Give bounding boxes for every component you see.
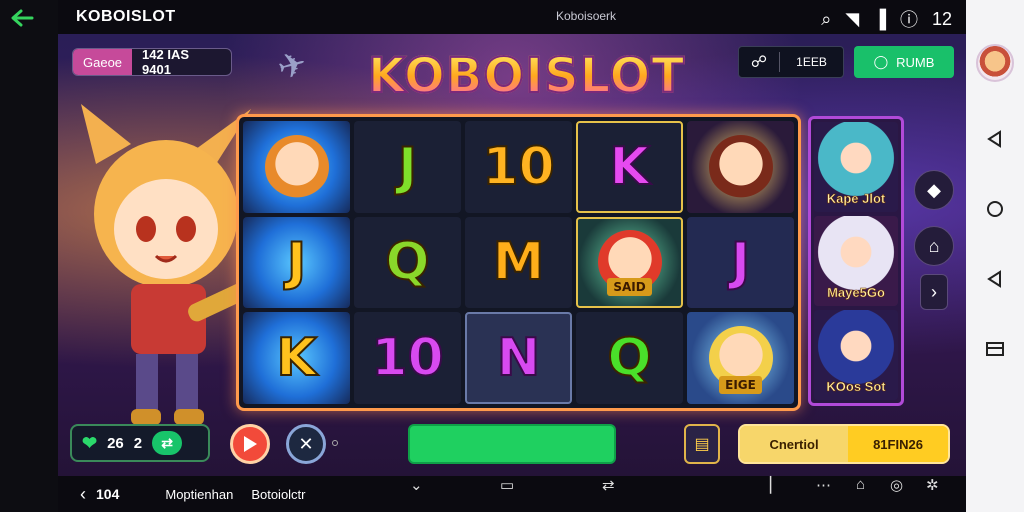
hero-character — [76, 104, 256, 434]
game-screen: KOBOISLOT Koboisoerk ⌕ ◥ ▐ ⓘ 12 Gaeoe 14… — [0, 0, 1024, 512]
divider-icon: ▏ — [770, 477, 782, 494]
clipboard-icon[interactable]: ▤ — [684, 424, 720, 464]
slot-reels[interactable]: J 10 K J Q M SAID J K 10 N Q EIGE — [236, 114, 801, 411]
balance-bet: 2 — [133, 434, 143, 452]
side-card-label: Kape Jlot — [826, 191, 886, 207]
side-card[interactable]: Kape Jlot — [814, 122, 898, 212]
balance-value: 26 — [107, 434, 124, 452]
win-value: 81FIN26 — [848, 426, 948, 462]
settings-icon[interactable]: ✲ — [926, 476, 939, 494]
reel-symbol: J — [354, 121, 461, 213]
clock: 12 — [931, 8, 952, 29]
heart-icon: ❤ — [82, 432, 98, 453]
character-portrait — [264, 134, 329, 199]
reel-symbol: 10 — [465, 121, 572, 213]
bottom-text-2[interactable]: Botoiolctr — [251, 487, 305, 502]
tools-button[interactable]: ✕ — [286, 424, 326, 464]
search-icon[interactable]: ⌕ — [821, 9, 831, 30]
reel-symbol: J — [687, 216, 794, 309]
chevron-down-icon[interactable]: ⌄ — [410, 476, 423, 494]
home-circle-icon[interactable] — [982, 196, 1008, 222]
signal-icon: ▐ — [873, 8, 886, 29]
chevron-left-icon[interactable]: ‹ — [80, 484, 86, 505]
shop-icon[interactable]: ⌂ — [914, 226, 954, 266]
reel-symbol: K — [243, 312, 350, 404]
chevron-right-icon[interactable]: › — [920, 274, 948, 310]
swap-icon[interactable]: ⇄ — [602, 476, 615, 494]
wifi-icon: ◥ — [845, 8, 860, 29]
game-tag[interactable]: Gaeoe 142 IAS 9401 — [72, 48, 232, 76]
game-tag-value: 142 IAS 9401 — [142, 48, 190, 76]
game-tag-label: Gaeoe — [73, 49, 133, 75]
reel-symbol: J — [243, 216, 350, 309]
reel-cell-character — [687, 121, 794, 213]
side-card[interactable]: Maye5Go — [814, 216, 898, 306]
recents-icon[interactable] — [982, 336, 1008, 362]
game-logo: KOBOISLOT — [367, 47, 686, 105]
spin-button[interactable] — [408, 424, 616, 464]
reel-tag: SAID — [607, 278, 652, 297]
side-card-label: Maye5Go — [827, 285, 885, 301]
android-nav-bar — [966, 0, 1024, 512]
reel-cell-character — [243, 121, 350, 213]
reel-symbol: K — [576, 121, 683, 213]
app-title: KOBOISLOT — [76, 8, 176, 25]
character-portrait — [708, 134, 773, 199]
info-icon: ⓘ — [899, 10, 918, 30]
airplane-icon: ✈ — [273, 43, 311, 89]
stepper-icon[interactable]: ⇄ — [152, 431, 183, 455]
top-toggle-label: 1EEB — [796, 55, 827, 69]
more-icon[interactable]: ⋯ — [816, 476, 831, 494]
left-rail — [0, 0, 58, 512]
bell-icon[interactable]: ◆ — [914, 170, 954, 210]
reel-symbol: Q — [354, 216, 461, 309]
window-icon[interactable]: ▭ — [500, 476, 514, 494]
reel-cell-character: SAID — [576, 216, 683, 309]
win-label: Cnertiol — [740, 426, 848, 462]
balance-control[interactable]: ❤ 26 2 ⇄ — [70, 424, 210, 462]
reel-symbol: M — [465, 216, 572, 309]
win-display: Cnertiol 81FIN26 — [738, 424, 950, 464]
globe-icon[interactable]: ◎ — [890, 476, 903, 494]
status-bar: KOBOISLOT Koboisoerk ⌕ ◥ ▐ ⓘ 12 — [58, 0, 966, 34]
side-card[interactable]: KOos Sot — [814, 310, 898, 400]
reel-symbol: N — [465, 312, 572, 404]
reel-cell-character: EIGE — [687, 312, 794, 404]
back-arrow-icon[interactable] — [8, 6, 36, 30]
indicator-dot — [332, 440, 338, 446]
side-character-cards[interactable]: Kape Jlot Maye5Go KOos Sot — [808, 116, 904, 406]
side-card-label: KOos Sot — [826, 379, 886, 395]
back-triangle-icon[interactable] — [982, 266, 1008, 292]
green-top-button-label: RUMB — [896, 54, 935, 70]
reel-tag: EIGE — [719, 375, 762, 394]
green-top-button[interactable]: ◯ RUMB — [854, 46, 954, 78]
status-icons: ⌕ ◥ ▐ ⓘ 12 — [821, 6, 952, 32]
avatar[interactable] — [976, 44, 1014, 82]
bottom-bar: ‹ 104 Moptienhan Botoiolctr ⌄ ▭ ⇄ ▏ ⋯ ⌂ … — [58, 476, 966, 512]
play-icon — [244, 436, 257, 452]
home-icon[interactable]: ⌂ — [856, 476, 865, 493]
back-triangle-icon[interactable] — [982, 126, 1008, 152]
link-icon: ☍ — [750, 54, 768, 71]
status-center-label: Koboisoerk — [556, 9, 617, 23]
reel-symbol: Q — [576, 312, 683, 404]
bottom-text-1[interactable]: Moptienhan — [165, 487, 233, 502]
play-button[interactable] — [230, 424, 270, 464]
reel-symbol: 10 — [354, 312, 461, 404]
circle-icon: ◯ — [873, 54, 889, 69]
top-toggle-button[interactable]: ☍ 1EEB — [738, 46, 844, 78]
game-area: Gaeoe 142 IAS 9401 ✈ KOBOISLOT ☍ 1EEB ◯ … — [58, 34, 966, 476]
bottom-count: 104 — [96, 486, 120, 502]
